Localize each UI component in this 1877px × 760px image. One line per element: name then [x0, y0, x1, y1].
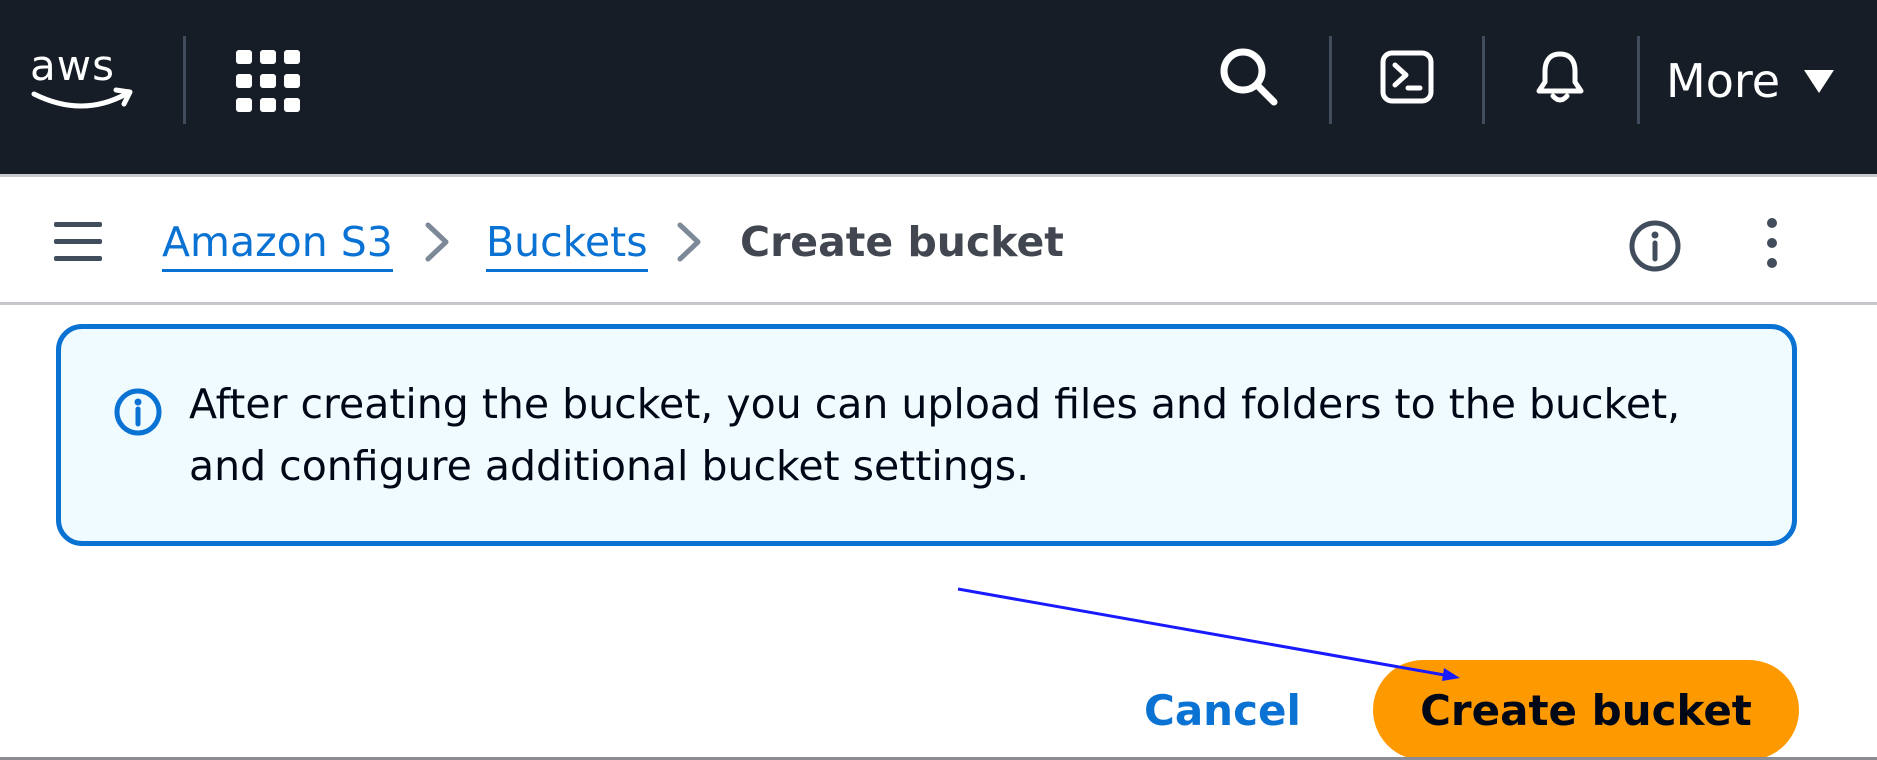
alert-message: After creating the bucket, you can uploa… [189, 380, 1681, 490]
menu-hamburger-icon[interactable] [54, 221, 102, 263]
cancel-button[interactable]: Cancel [1124, 680, 1321, 742]
breadcrumb-buckets[interactable]: Buckets [486, 217, 648, 272]
cloudshell-button[interactable] [1374, 44, 1440, 110]
breadcrumb-amazon-s3[interactable]: Amazon S3 [162, 217, 393, 272]
nav-divider [1637, 36, 1640, 124]
info-alert: After creating the bucket, you can uploa… [56, 324, 1797, 546]
nav-divider [183, 36, 186, 124]
create-bucket-button[interactable]: Create bucket [1373, 660, 1799, 760]
breadcrumb-create-bucket: Create bucket [740, 218, 1064, 266]
more-label: More [1666, 54, 1781, 108]
more-options-kebab-icon[interactable] [1764, 217, 1780, 269]
aws-smile-icon [31, 87, 133, 109]
cloudshell-icon [1380, 50, 1434, 104]
apps-grid-icon[interactable] [234, 48, 302, 114]
top-navigation: aws More [0, 0, 1877, 174]
nav-divider [1329, 36, 1332, 124]
search-icon [1220, 48, 1278, 106]
chevron-right-icon [425, 222, 449, 262]
chevron-right-icon [677, 222, 701, 262]
info-icon [114, 388, 162, 436]
aws-logo-text: aws [30, 41, 115, 90]
caret-down-icon [1804, 70, 1835, 93]
info-icon[interactable] [1628, 219, 1682, 273]
search-button[interactable] [1216, 44, 1282, 110]
notifications-bell-icon [1536, 51, 1584, 103]
breadcrumb-bar: Amazon S3 Buckets Create bucket [0, 174, 1877, 305]
aws-logo[interactable]: aws [30, 42, 134, 114]
more-menu-button[interactable]: More [1666, 48, 1836, 114]
nav-divider [1482, 36, 1485, 124]
notifications-button[interactable] [1527, 44, 1593, 110]
